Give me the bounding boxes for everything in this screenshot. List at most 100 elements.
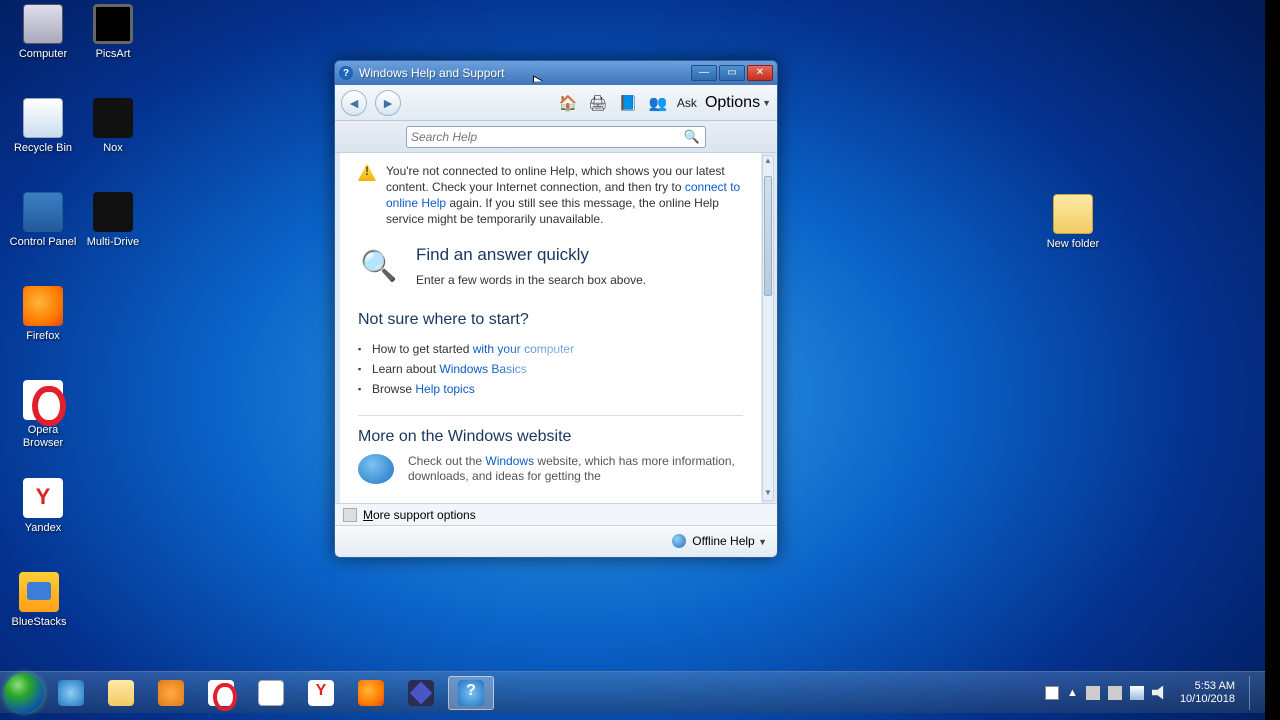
firefox-icon — [358, 680, 384, 706]
system-tray: ▲ 5:53 AM 10/10/2018 — [1045, 676, 1261, 710]
options-label: Options — [705, 94, 760, 112]
yandex-icon — [308, 680, 334, 706]
more-heading: More on the Windows website — [358, 428, 743, 446]
offline-help-button[interactable]: Offline Help ▼ — [692, 534, 767, 548]
ask-button[interactable]: Ask — [677, 96, 697, 110]
divider — [358, 415, 743, 416]
help-topics-link[interactable]: Help topics — [415, 382, 474, 396]
more-support-link[interactable]: More support options — [363, 508, 476, 522]
windows-basics-link[interactable]: Windows Basics — [439, 362, 526, 376]
scroll-thumb[interactable] — [764, 176, 772, 296]
content-pane: You're not connected to online Help, whi… — [340, 153, 761, 503]
list-item: Browse Help topics — [372, 379, 743, 399]
list-item: Learn about Windows Basics — [372, 359, 743, 379]
folder-icon — [108, 680, 134, 706]
scrollbar[interactable]: ▲ ▼ — [762, 155, 774, 501]
warning-banner: You're not connected to online Help, whi… — [358, 163, 743, 227]
date-text: 10/10/2018 — [1180, 693, 1235, 706]
new-folder-icon-desktop[interactable]: New folder — [1038, 194, 1108, 251]
firefox-icon-desktop[interactable]: Firefox — [8, 286, 78, 343]
taskbar-nox[interactable] — [398, 676, 444, 710]
show-hidden-icons[interactable]: ▲ — [1067, 687, 1078, 699]
multidrive-icon-desktop[interactable]: Multi-Drive — [78, 192, 148, 249]
yandex-icon-desktop[interactable]: Yandex — [8, 478, 78, 535]
computer-icon-desktop[interactable]: Computer — [8, 4, 78, 61]
find-heading: Find an answer quickly — [416, 245, 646, 265]
footer-support: More support options — [335, 503, 777, 525]
newfolder-label: New folder — [1038, 238, 1108, 251]
back-button[interactable]: ◄ — [341, 90, 367, 116]
search-input[interactable] — [411, 130, 683, 144]
taskbar-ie[interactable] — [48, 676, 94, 710]
find-answer-section: 🔍 Find an answer quickly Enter a few wor… — [358, 245, 743, 287]
picsart-label: PicsArt — [78, 48, 148, 61]
chevron-down-icon: ▼ — [762, 98, 771, 108]
taskbar-firefox[interactable] — [348, 676, 394, 710]
firefox-label: Firefox — [8, 330, 78, 343]
home-icon[interactable]: 🏠 — [557, 92, 579, 114]
offline-globe-icon — [672, 534, 686, 548]
warning-text: You're not connected to online Help, whi… — [386, 163, 743, 227]
toolbar: ◄ ► 🏠 🖨 📘 👥 Ask Options ▼ — [335, 85, 777, 121]
search-bar: 🔍 — [335, 121, 777, 153]
more-windows-section: More on the Windows website Check out th… — [358, 428, 743, 484]
recycle-bin-icon-desktop[interactable]: Recycle Bin — [8, 98, 78, 155]
taskbar: ▲ 5:53 AM 10/10/2018 — [0, 671, 1265, 713]
clock[interactable]: 5:53 AM 10/10/2018 — [1180, 680, 1235, 706]
browse-help-icon[interactable]: 📘 — [617, 92, 639, 114]
taskbar-wmp[interactable] — [148, 676, 194, 710]
tray-icon[interactable] — [1086, 686, 1100, 700]
scroll-down-icon[interactable]: ▼ — [763, 488, 773, 500]
print-icon[interactable]: 🖨 — [587, 92, 609, 114]
computer-label: Computer — [8, 48, 78, 61]
cpanel-label: Control Panel — [8, 236, 78, 249]
support-icon — [343, 508, 357, 522]
forward-button[interactable]: ► — [375, 90, 401, 116]
magnifier-icon: 🔍 — [358, 245, 400, 287]
multi-label: Multi-Drive — [78, 236, 148, 249]
network-icon[interactable] — [1130, 686, 1144, 700]
search-box: 🔍 — [406, 126, 706, 148]
tray-icon[interactable] — [1108, 686, 1122, 700]
ask-icon[interactable]: 👥 — [647, 92, 669, 114]
action-center-icon[interactable] — [1045, 686, 1059, 700]
help-icon: ? — [339, 66, 353, 80]
show-desktop-button[interactable] — [1249, 676, 1261, 710]
nox-label: Nox — [78, 142, 148, 155]
find-sub: Enter a few words in the search box abov… — [416, 273, 646, 287]
search-icon[interactable]: 🔍 — [683, 128, 701, 146]
titlebar[interactable]: ? Windows Help and Support — ▭ ✕ — [335, 61, 777, 85]
help-icon — [458, 680, 484, 706]
scroll-up-icon[interactable]: ▲ — [763, 156, 773, 168]
nox-icon-desktop[interactable]: Nox — [78, 98, 148, 155]
globe-icon — [358, 454, 394, 484]
opera-label: Opera Browser — [8, 424, 78, 450]
taskbar-help[interactable] — [448, 676, 494, 710]
taskbar-yandex[interactable] — [298, 676, 344, 710]
time-text: 5:53 AM — [1180, 680, 1235, 693]
more-text: Check out the Windows website, which has… — [408, 454, 743, 484]
maximize-button[interactable]: ▭ — [719, 65, 745, 81]
not-sure-section: Not sure where to start? How to get star… — [358, 311, 743, 399]
windows-website-link[interactable]: Windows — [485, 454, 534, 468]
close-button[interactable]: ✕ — [747, 65, 773, 81]
opera-icon-desktop[interactable]: Opera Browser — [8, 380, 78, 450]
volume-icon[interactable] — [1152, 686, 1166, 700]
help-window: ? Windows Help and Support — ▭ ✕ ◄ ► 🏠 🖨… — [334, 60, 778, 558]
note-icon — [258, 680, 284, 706]
recycle-label: Recycle Bin — [8, 142, 78, 155]
getting-started-link[interactable]: with your computer — [473, 342, 574, 356]
options-button[interactable]: Options ▼ — [705, 94, 771, 112]
picsart-icon-desktop[interactable]: PicsArt — [78, 4, 148, 61]
start-button[interactable] — [4, 673, 44, 713]
desktop[interactable]: Computer PicsArt Recycle Bin Nox Control… — [0, 0, 1280, 720]
control-panel-icon-desktop[interactable]: Control Panel — [8, 192, 78, 249]
taskbar-notepad[interactable] — [248, 676, 294, 710]
start-heading: Not sure where to start? — [358, 311, 743, 329]
minimize-button[interactable]: — — [691, 65, 717, 81]
nox-icon — [408, 680, 434, 706]
taskbar-explorer[interactable] — [98, 676, 144, 710]
taskbar-opera[interactable] — [198, 676, 244, 710]
list-item: How to get started with your computer — [372, 339, 743, 359]
bluestacks-icon-desktop[interactable]: BlueStacks — [4, 572, 74, 629]
